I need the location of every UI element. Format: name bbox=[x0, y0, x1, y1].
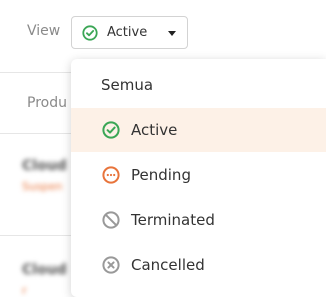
table-row[interactable]: Cloud r bbox=[22, 262, 67, 297]
ban-icon bbox=[102, 211, 120, 229]
menu-item-terminated[interactable]: Terminated bbox=[71, 198, 326, 242]
dots-circle-icon bbox=[102, 166, 120, 184]
page: View Active Produ Cloud Suspen Cloud r S… bbox=[0, 0, 326, 297]
column-header-product: Produ bbox=[27, 95, 67, 111]
menu-item-pending[interactable]: Pending bbox=[71, 153, 326, 197]
view-label: View bbox=[27, 23, 61, 39]
check-circle-icon bbox=[102, 121, 120, 139]
menu-item-label: Terminated bbox=[131, 211, 215, 229]
row-title: Cloud bbox=[22, 262, 67, 278]
view-dropdown-menu: Semua Active Pending Terminated Cancelle… bbox=[71, 59, 326, 297]
check-circle-icon bbox=[82, 25, 98, 41]
row-status: r bbox=[22, 284, 27, 297]
table-row[interactable]: Cloud Suspen bbox=[22, 158, 67, 193]
x-circle-icon bbox=[102, 256, 120, 274]
view-select[interactable]: Active bbox=[71, 16, 188, 49]
menu-item-cancelled[interactable]: Cancelled bbox=[71, 243, 326, 287]
caret-down-icon bbox=[168, 31, 176, 36]
row-status: Suspen bbox=[22, 180, 63, 193]
row-title: Cloud bbox=[22, 158, 67, 174]
menu-item-label: Semua bbox=[101, 76, 154, 94]
menu-item-label: Cancelled bbox=[131, 256, 205, 274]
menu-item-semua[interactable]: Semua bbox=[71, 63, 326, 107]
menu-item-active[interactable]: Active bbox=[71, 108, 326, 152]
menu-item-label: Active bbox=[131, 121, 178, 139]
view-select-value: Active bbox=[107, 25, 148, 40]
menu-item-label: Pending bbox=[131, 166, 191, 184]
